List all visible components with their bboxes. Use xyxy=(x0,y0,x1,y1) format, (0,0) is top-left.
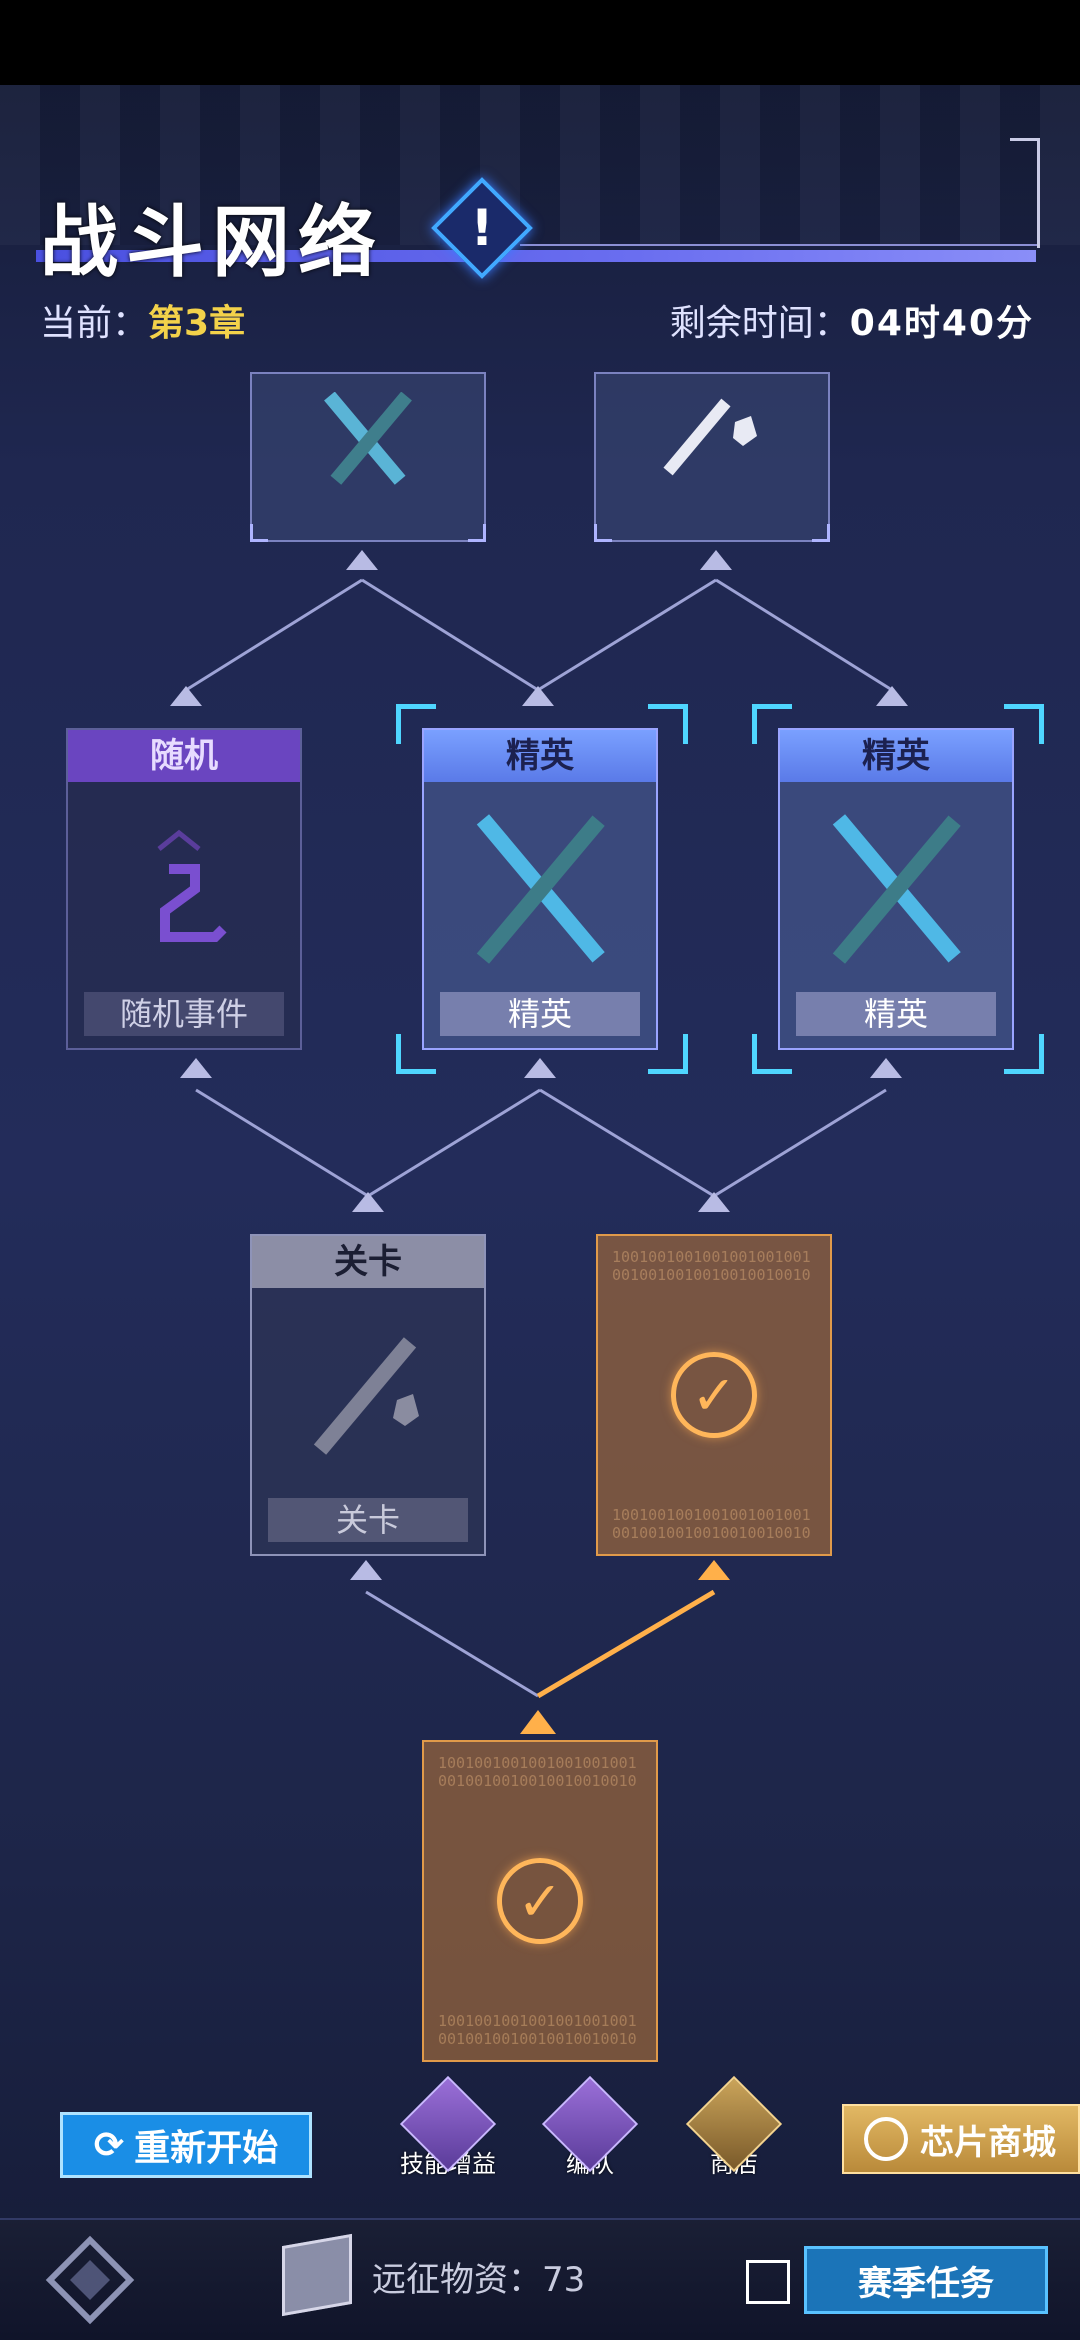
crossed-swords-icon xyxy=(424,800,656,978)
node-elite-2-subtitle: 精英 xyxy=(796,992,996,1036)
node-elite-2[interactable]: 精英 精英 xyxy=(778,728,1014,1050)
restart-button[interactable]: ⟳ 重新开始 xyxy=(60,2112,312,2178)
node-stage-subtitle: 关卡 xyxy=(268,1498,468,1542)
back-button[interactable] xyxy=(40,2230,140,2330)
supplies-value: 73 xyxy=(542,2260,586,2300)
chip-shop-label: 芯片商城 xyxy=(920,2122,1056,2163)
crossed-swords-icon xyxy=(780,800,1012,978)
node-check-area: ✓ xyxy=(424,1812,656,1990)
random-event-icon xyxy=(68,800,300,978)
connector-arrow xyxy=(350,1560,382,1580)
connector-arrow xyxy=(876,686,908,706)
connector-arrow xyxy=(180,1058,212,1078)
node-stage[interactable]: 关卡 关卡 xyxy=(250,1234,486,1556)
crossed-swords-icon xyxy=(252,374,484,510)
node-random-subtitle: 随机事件 xyxy=(84,992,284,1036)
node-elite-2-title: 精英 xyxy=(780,730,1012,782)
supplies-label: 远征物资： xyxy=(372,2260,542,2300)
checkmark-icon: ✓ xyxy=(671,1352,757,1438)
chip-shop-button[interactable]: 芯片商城 xyxy=(842,2104,1080,2174)
node-top-left[interactable] xyxy=(250,372,486,542)
connector-arrow xyxy=(170,686,202,706)
supply-box-icon xyxy=(282,2233,352,2317)
refresh-icon: ⟳ xyxy=(93,2124,125,2166)
active-arrow xyxy=(698,1560,730,1580)
connector-arrow xyxy=(698,1192,730,1212)
connector xyxy=(195,1088,369,1198)
active-connector xyxy=(536,1589,716,1699)
connector-arrow xyxy=(522,686,554,706)
node-corner xyxy=(250,524,268,542)
node-check-area: ✓ xyxy=(598,1306,830,1484)
node-completed-lower[interactable]: 1001001001001001001001001001001001001001… xyxy=(422,1740,658,2062)
checkmark-icon: ✓ xyxy=(497,1858,583,1944)
sword-shield-icon xyxy=(596,374,828,510)
node-elite-1-subtitle: 精英 xyxy=(440,992,640,1036)
node-random-title: 随机 xyxy=(68,730,300,782)
binary-pattern: 1001001001001001001001001001001001001001… xyxy=(438,1754,637,1790)
sword-shield-icon xyxy=(252,1306,484,1484)
node-random[interactable]: 随机 随机事件 xyxy=(66,728,302,1050)
node-corner xyxy=(812,524,830,542)
skill-boost-button[interactable]: 技能增益 xyxy=(388,2075,508,2179)
node-elite-1[interactable]: 精英 精英 xyxy=(422,728,658,1050)
node-top-right[interactable] xyxy=(594,372,830,542)
connector-arrow xyxy=(346,550,378,570)
expedition-supplies: 远征物资：73 xyxy=(372,2252,585,2301)
season-checkbox[interactable] xyxy=(746,2260,790,2304)
connector xyxy=(367,1088,541,1198)
formation-button[interactable]: 编队 xyxy=(530,2075,650,2179)
game-logo-icon xyxy=(45,2235,135,2325)
connector-arrow xyxy=(700,550,732,570)
season-task-button[interactable]: 赛季任务 xyxy=(804,2246,1048,2314)
connector xyxy=(365,1590,539,1698)
connector xyxy=(539,1088,715,1198)
connector xyxy=(185,578,363,692)
active-arrow xyxy=(520,1710,556,1734)
restart-label: 重新开始 xyxy=(134,2128,279,2169)
binary-pattern: 1001001001001001001001001001001001001001… xyxy=(612,1506,811,1542)
connector xyxy=(715,578,893,692)
connector-arrow xyxy=(352,1192,384,1212)
node-stage-title: 关卡 xyxy=(252,1236,484,1288)
game-screen: 战斗网络 ! 当前：第3章 剩余时间：04时40分 随机 随机事件 精英 精英 … xyxy=(0,0,1080,2340)
binary-pattern: 1001001001001001001001001001001001001001… xyxy=(612,1248,811,1284)
node-elite-1-title: 精英 xyxy=(424,730,656,782)
connector xyxy=(361,578,539,692)
shop-button[interactable]: 商店 xyxy=(674,2075,794,2179)
connector xyxy=(537,578,717,692)
node-corner xyxy=(594,524,612,542)
binary-pattern: 1001001001001001001001001001001001001001… xyxy=(438,2012,637,2048)
node-corner xyxy=(468,524,486,542)
connector xyxy=(713,1088,887,1198)
node-completed-upper[interactable]: 1001001001001001001001001001001001001001… xyxy=(596,1234,832,1556)
chip-icon xyxy=(864,2117,908,2161)
